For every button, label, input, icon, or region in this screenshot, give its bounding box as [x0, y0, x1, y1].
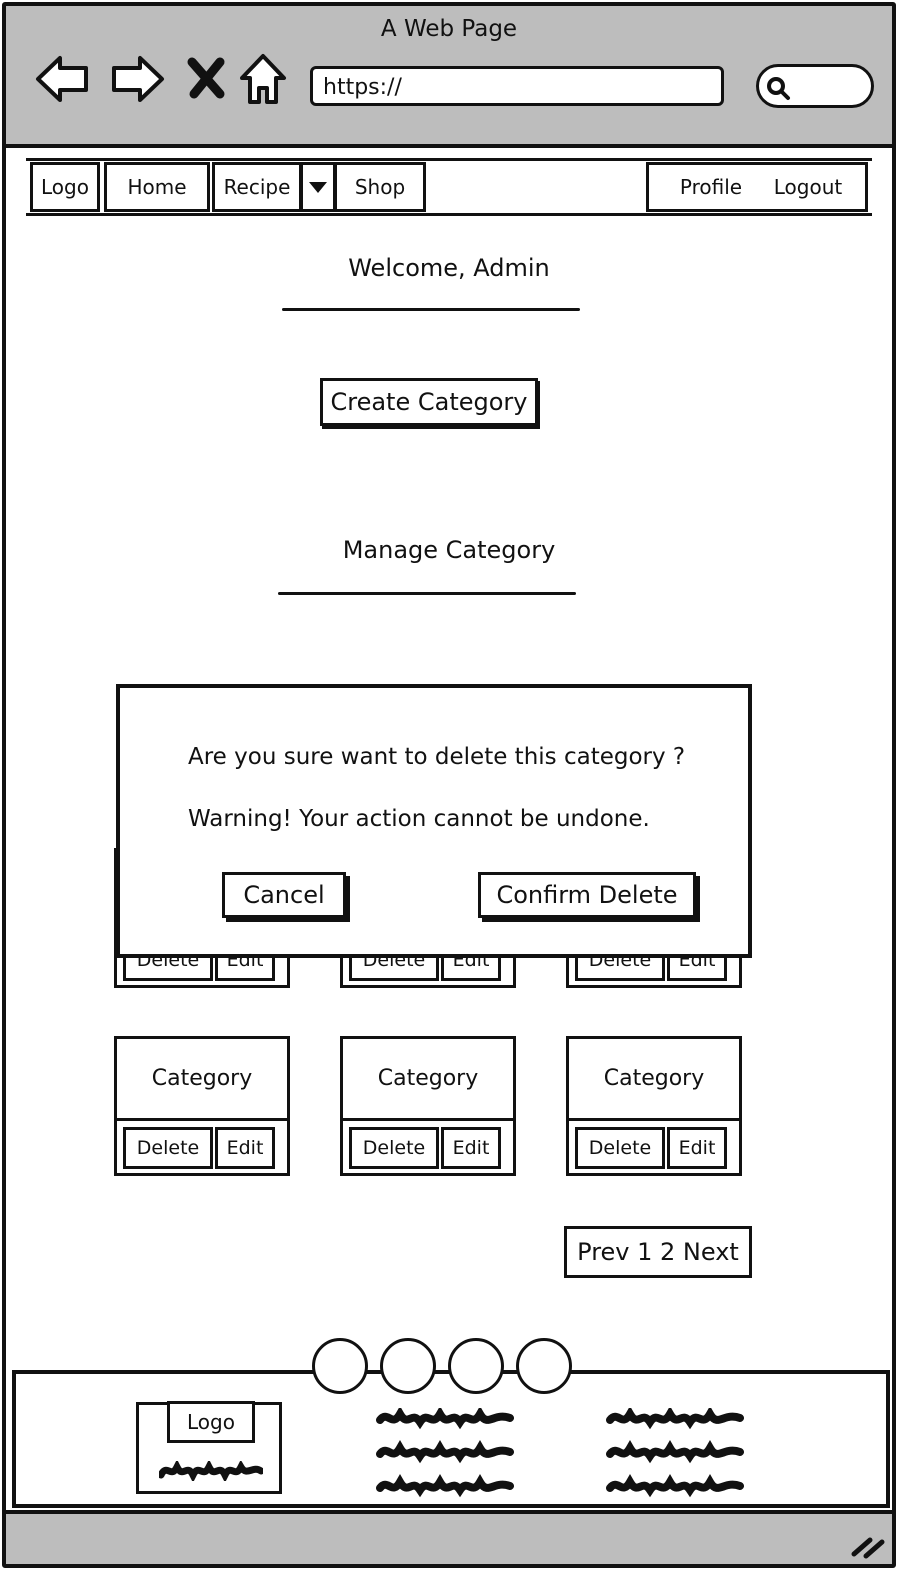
delete-button[interactable]: Delete: [575, 1127, 665, 1169]
edit-button[interactable]: Edit: [215, 1127, 275, 1169]
footer-links-column: [606, 1408, 744, 1498]
modal-question: Are you sure want to delete this categor…: [188, 744, 686, 770]
carousel-dot[interactable]: [448, 1338, 504, 1394]
back-arrow-icon[interactable]: [34, 50, 92, 108]
category-title: Category: [569, 1039, 739, 1121]
edit-button[interactable]: Edit: [441, 1127, 501, 1169]
window-title: A Web Page: [380, 16, 518, 42]
nav-home-link[interactable]: Home: [104, 162, 210, 212]
nav-profile-link[interactable]: Profile: [666, 162, 756, 212]
carousel-dot[interactable]: [516, 1338, 572, 1394]
recipe-dropdown-toggle[interactable]: [300, 162, 336, 212]
create-category-button[interactable]: Create Category: [320, 378, 538, 426]
carousel-dot[interactable]: [380, 1338, 436, 1394]
forward-arrow-icon[interactable]: [108, 50, 166, 108]
delete-confirm-modal: Are you sure want to delete this categor…: [116, 684, 752, 958]
browser-status-bar: [6, 1510, 892, 1564]
category-title: Category: [117, 1039, 287, 1121]
pagination[interactable]: Prev 1 2 Next: [564, 1226, 752, 1278]
top-navigation: Logo Home Recipe Shop Profile Logout: [26, 158, 872, 216]
nav-logout-link[interactable]: Logout: [762, 162, 854, 212]
carousel-dot[interactable]: [312, 1338, 368, 1394]
footer: Logo: [12, 1370, 890, 1508]
welcome-heading: Welcome, Admin: [348, 254, 550, 282]
manage-category-heading: Manage Category: [342, 536, 556, 564]
browser-chrome: A Web Page https://: [6, 6, 892, 148]
category-card: Category Delete Edit: [114, 1036, 290, 1176]
category-title: Category: [343, 1039, 513, 1121]
browser-window: A Web Page https:// Logo Home Recipe Sho…: [2, 2, 896, 1568]
confirm-delete-button[interactable]: Confirm Delete: [478, 872, 696, 918]
chevron-down-icon: [309, 181, 327, 193]
edit-button[interactable]: Edit: [667, 1127, 727, 1169]
welcome-underline: [282, 308, 580, 311]
category-card: Category Delete Edit: [340, 1036, 516, 1176]
search-icon: [767, 77, 790, 100]
scribble-text: [159, 1461, 263, 1481]
category-card: Category Delete Edit: [566, 1036, 742, 1176]
resize-handle-icon[interactable]: [848, 1520, 886, 1560]
manage-underline: [278, 592, 576, 595]
delete-button[interactable]: Delete: [123, 1127, 213, 1169]
nav-logo[interactable]: Logo: [30, 162, 100, 212]
browser-search-field[interactable]: [756, 64, 874, 108]
nav-recipe-link[interactable]: Recipe: [212, 162, 302, 212]
footer-logo-block: Logo: [136, 1401, 282, 1494]
nav-shop-link[interactable]: Shop: [334, 162, 426, 212]
modal-warning: Warning! Your action cannot be undone.: [188, 806, 650, 832]
cancel-button[interactable]: Cancel: [222, 872, 346, 918]
footer-links-column: [376, 1408, 514, 1498]
footer-logo: Logo: [167, 1401, 255, 1443]
close-x-icon[interactable]: [182, 50, 230, 108]
delete-button[interactable]: Delete: [349, 1127, 439, 1169]
home-icon[interactable]: [238, 50, 288, 108]
url-input[interactable]: https://: [310, 66, 724, 106]
